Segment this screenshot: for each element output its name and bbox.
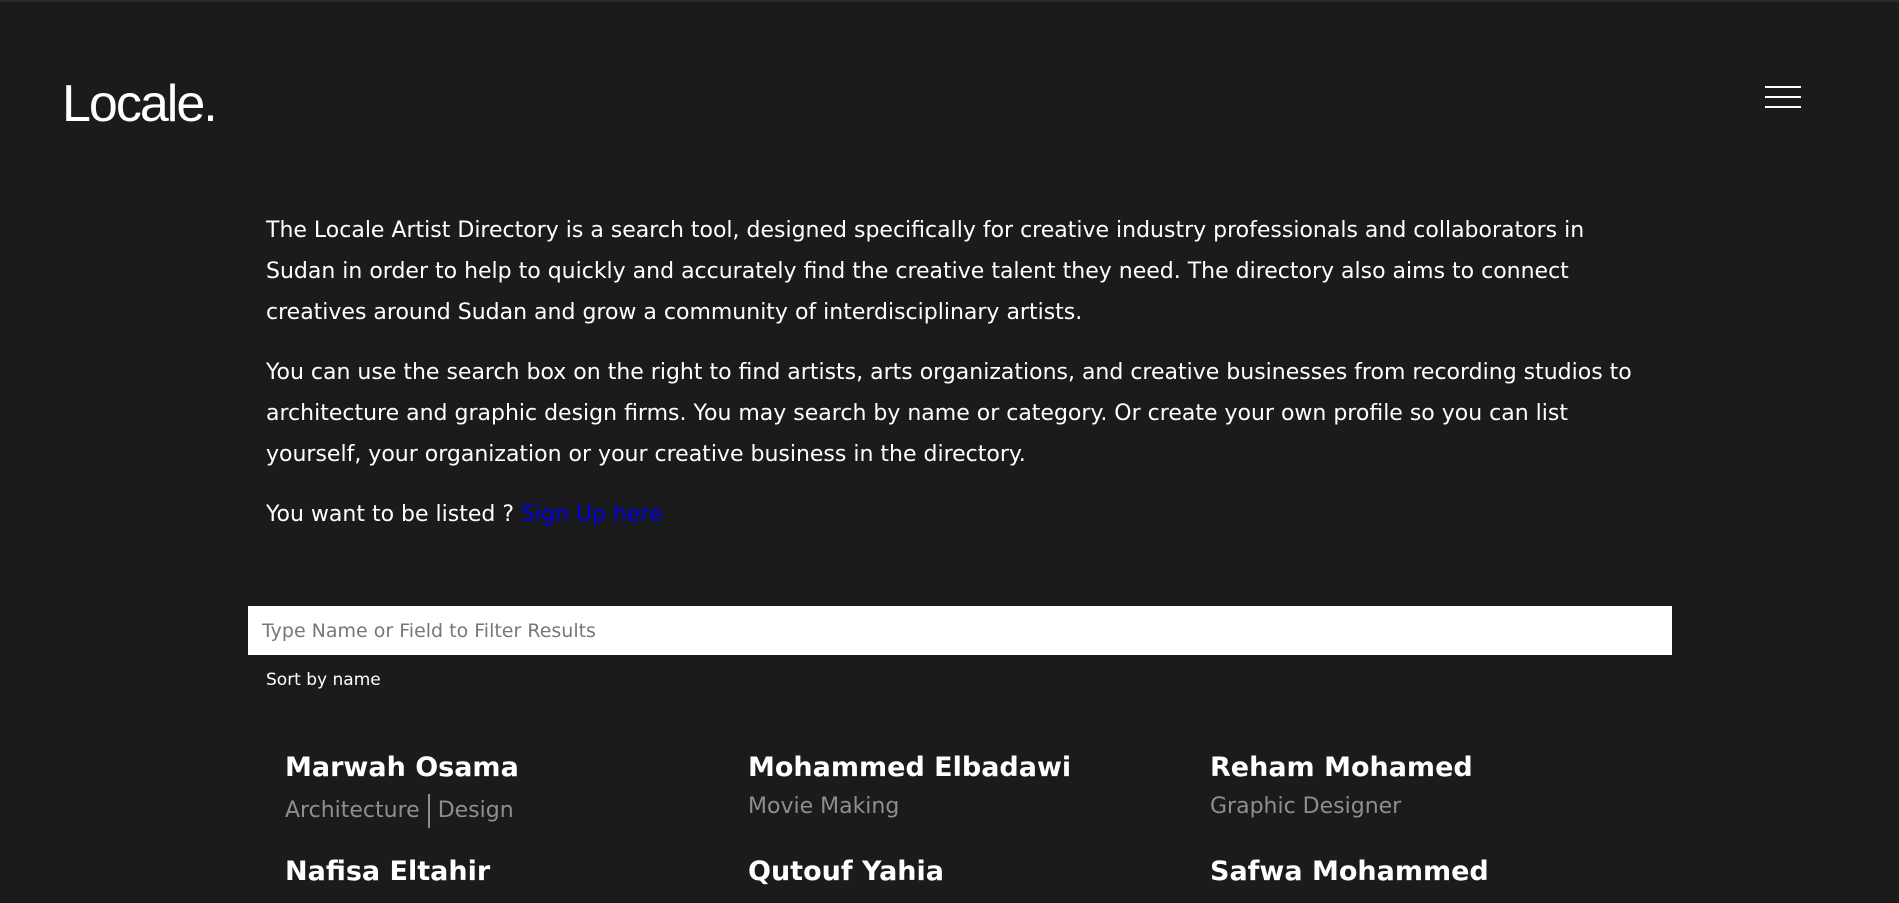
artist-card[interactable]: Marwah Osama Architecture Design	[285, 752, 725, 829]
hamburger-menu-icon[interactable]	[1765, 86, 1805, 110]
top-border	[0, 0, 1899, 2]
artist-categories: Architecture Design	[285, 794, 725, 829]
artist-name[interactable]: Mohammed Elbadawi	[748, 752, 1188, 784]
artist-category: Movie Making	[748, 794, 900, 820]
artist-category: Architecture	[285, 798, 420, 824]
sort-by-name-button[interactable]: Sort by name	[266, 670, 381, 690]
artist-card[interactable]: Reham Mohamed Graphic Designer	[1210, 752, 1650, 819]
artist-category: Design	[437, 798, 514, 824]
artist-card[interactable]: Safwa Mohammed	[1210, 856, 1650, 888]
menu-line	[1765, 86, 1801, 88]
signup-link[interactable]: Sign Up here	[521, 502, 663, 527]
menu-line	[1765, 106, 1801, 108]
artist-card[interactable]: Nafisa Eltahir	[285, 856, 725, 888]
artist-card[interactable]: Mohammed Elbadawi Movie Making	[748, 752, 1188, 819]
artist-name[interactable]: Reham Mohamed	[1210, 752, 1650, 784]
artist-name[interactable]: Marwah Osama	[285, 752, 725, 784]
artist-name[interactable]: Qutouf Yahia	[748, 856, 1188, 888]
intro-paragraph-1: The Locale Artist Directory is a search …	[266, 218, 1585, 325]
artist-categories: Graphic Designer	[1210, 794, 1650, 819]
signup-prompt: You want to be listed ?	[266, 502, 515, 527]
signup-line: You want to be listed ? Sign Up here	[266, 494, 1656, 535]
intro-section: The Locale Artist Directory is a search …	[266, 210, 1656, 554]
artist-card[interactable]: Qutouf Yahia	[748, 856, 1188, 888]
artist-name[interactable]: Nafisa Eltahir	[285, 856, 725, 888]
menu-line	[1765, 96, 1801, 98]
artist-name[interactable]: Safwa Mohammed	[1210, 856, 1650, 888]
search-input[interactable]	[248, 606, 1672, 655]
artist-categories: Movie Making	[748, 794, 1188, 819]
category-divider	[427, 794, 430, 829]
artist-category: Graphic Designer	[1210, 794, 1402, 820]
site-logo[interactable]: Locale.	[62, 78, 218, 130]
intro-paragraph-2: You can use the search box on the right …	[266, 360, 1632, 467]
